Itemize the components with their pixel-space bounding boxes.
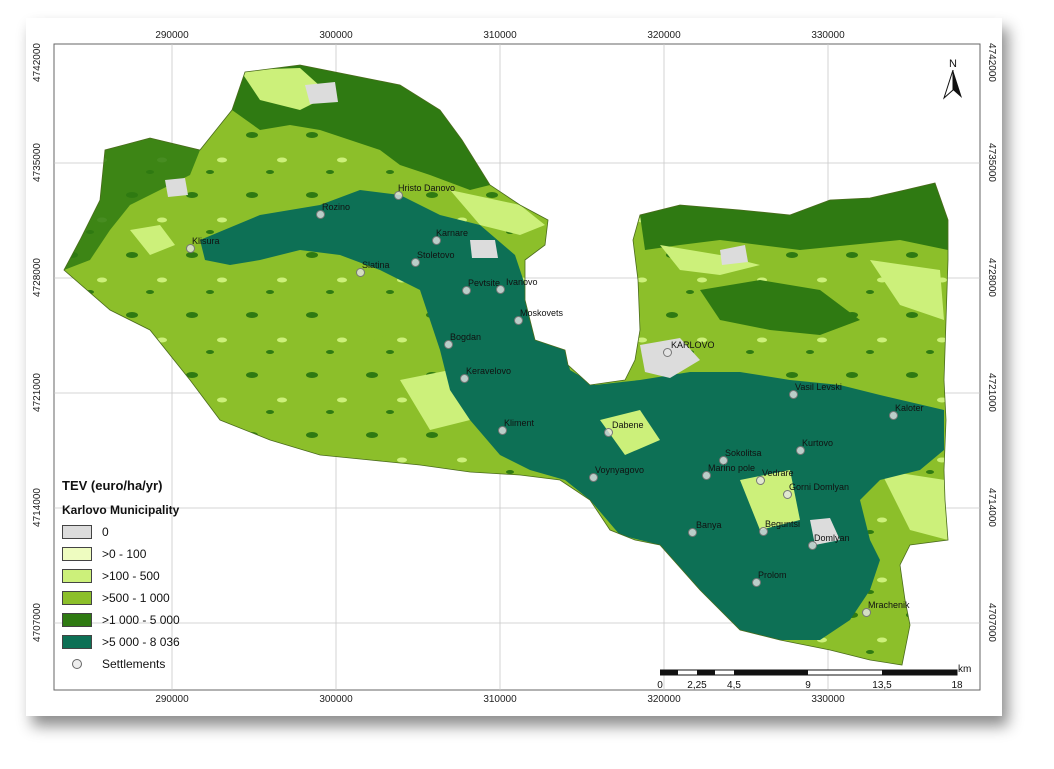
scale-label: 18 (951, 680, 963, 691)
legend-item: >1 000 - 5 000 (62, 609, 252, 631)
settlement-marker-icon (496, 285, 505, 294)
settlement-label: Karnare (436, 228, 469, 238)
scale-bar-graphic (660, 669, 958, 676)
settlement-label: Moskovets (520, 308, 564, 318)
y-tick-left: 4728000 (31, 258, 43, 297)
legend-item: >100 - 500 (62, 565, 252, 587)
settlement-label: Pevtsite (468, 278, 501, 288)
settlement-label: Beguntsi (765, 519, 801, 529)
legend-label: >1 000 - 5 000 (102, 613, 180, 627)
north-arrow-icon (942, 69, 962, 100)
settlement-label: Hristo Danovo (398, 183, 456, 193)
x-tick-top: 300000 (319, 30, 353, 41)
legend-item: >500 - 1 000 (62, 587, 252, 609)
settlement-label: Banya (696, 520, 722, 530)
y-tick-left: 4714000 (31, 488, 43, 527)
y-tick-right: 4742000 (985, 43, 997, 82)
y-tick-left: 4735000 (31, 143, 43, 182)
north-arrow: N (942, 58, 964, 102)
scale-label: 13,5 (872, 680, 892, 691)
settlement-label: Dabene (612, 420, 644, 430)
legend-label: Settlements (102, 657, 166, 671)
settlement-label: Voynyagovo (595, 465, 645, 475)
legend-item: 0 (62, 521, 252, 543)
north-label: N (949, 58, 957, 70)
legend-label: >5 000 - 8 036 (102, 635, 180, 649)
scale-label: 9 (805, 680, 811, 691)
settlement-label: Rozino (322, 202, 351, 212)
settlement-label: Klisura (192, 236, 220, 246)
settlement-label: Vasil Levski (795, 382, 842, 392)
settlement-label: Keravelovo (466, 366, 512, 376)
scale-unit: km (958, 664, 972, 675)
settlement-label: Ivanovo (506, 277, 538, 287)
legend-item-settlements: Settlements (62, 653, 252, 675)
y-tick-left: 4721000 (31, 373, 43, 412)
scale-label: 4,5 (727, 680, 741, 691)
legend-swatch (62, 635, 92, 649)
settlement-label: Marino pole (708, 463, 756, 473)
x-tick-top: 310000 (483, 30, 517, 41)
scale-label: 0 (657, 680, 663, 691)
settlement-label: Bogdan (450, 332, 482, 342)
x-tick-top: 320000 (647, 30, 681, 41)
settlement-label: Slatina (362, 260, 390, 270)
legend-label: >0 - 100 (102, 547, 147, 561)
y-tick-right: 4707000 (985, 603, 997, 642)
x-tick-bottom: 290000 (155, 694, 189, 705)
y-tick-right: 4728000 (985, 258, 997, 297)
legend-label: >100 - 500 (102, 569, 160, 583)
settlement-label: Kurtovo (802, 438, 834, 448)
settlement-label: Prolom (758, 570, 787, 580)
legend-swatch (62, 569, 92, 583)
legend-swatch (62, 591, 92, 605)
y-tick-right: 4721000 (985, 373, 997, 412)
scale-label: 2,25 (687, 680, 707, 691)
legend-label: 0 (102, 525, 109, 539)
legend-swatch (62, 547, 92, 561)
settlement-label: KARLOVO (671, 340, 715, 350)
x-tick-bottom: 330000 (811, 694, 845, 705)
settlement-label: Stoletovo (417, 250, 455, 260)
settlement-label: Domlyan (814, 533, 850, 543)
x-tick-top: 290000 (155, 30, 189, 41)
y-tick-right: 4714000 (985, 488, 997, 527)
x-tick-bottom: 300000 (319, 694, 353, 705)
legend-swatch (62, 525, 92, 539)
settlement-label: Sokolitsa (725, 448, 762, 458)
legend-title: TEV (euro/ha/yr) (62, 478, 163, 493)
y-tick-left: 4742000 (31, 43, 43, 82)
y-tick-left: 4707000 (31, 603, 43, 642)
legend: TEV (euro/ha/yr) Karlovo Municipality 0 … (62, 478, 252, 675)
legend-label: >500 - 1 000 (102, 591, 170, 605)
x-tick-top: 330000 (811, 30, 845, 41)
x-tick-bottom: 310000 (483, 694, 517, 705)
settlement-label: Kaloter (895, 403, 924, 413)
legend-subtitle: Karlovo Municipality (62, 503, 180, 517)
settlement-symbol-icon (72, 659, 82, 669)
settlement-label: Vedrare (762, 468, 794, 478)
y-tick-right: 4735000 (985, 143, 997, 182)
legend-swatch (62, 613, 92, 627)
settlement-label: Gorni Domlyan (789, 482, 850, 492)
settlement-label: Kliment (504, 418, 535, 428)
settlement-label: Mrachenik (868, 600, 910, 610)
x-tick-bottom: 320000 (647, 694, 681, 705)
legend-item: >5 000 - 8 036 (62, 631, 252, 653)
legend-item: >0 - 100 (62, 543, 252, 565)
